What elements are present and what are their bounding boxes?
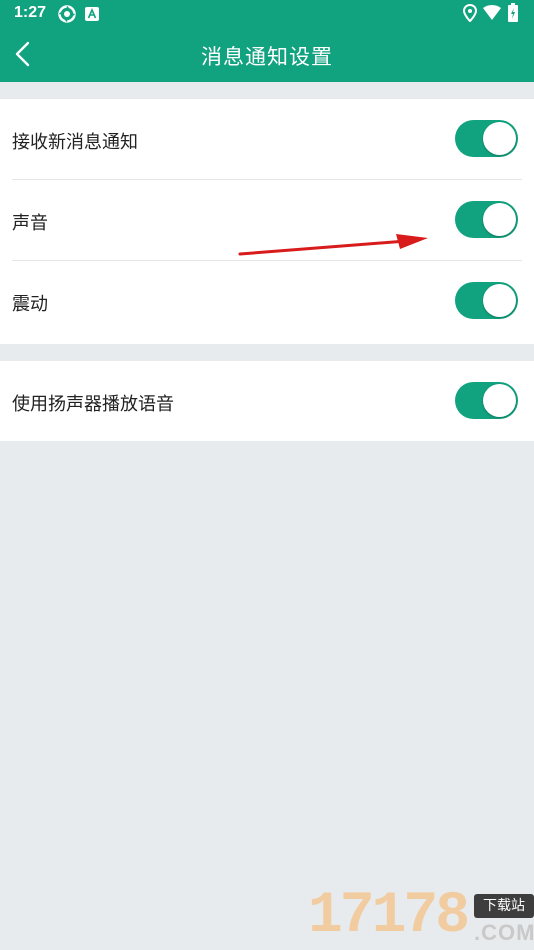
- settings-group-notifications: 接收新消息通知 声音 震动: [0, 99, 534, 344]
- setting-row-vibration: 震动: [0, 261, 534, 342]
- wifi-icon: [483, 5, 501, 25]
- status-time: 1:27: [14, 4, 47, 21]
- sound-toggle[interactable]: [455, 201, 518, 238]
- page-title: 消息通知设置: [201, 45, 333, 69]
- setting-row-new-message: 接收新消息通知: [0, 99, 534, 180]
- annotation-arrow-icon: [236, 232, 432, 262]
- toggle-knob: [483, 284, 516, 317]
- battery-charging-icon: [508, 3, 518, 26]
- vibration-toggle[interactable]: [455, 282, 518, 319]
- aperture-icon: [58, 5, 76, 27]
- setting-label: 声音: [12, 213, 48, 234]
- status-bar: 1:27: [0, 0, 534, 26]
- app-bar: 消息通知设置: [0, 26, 534, 82]
- watermark-tag: 下载站: [474, 894, 534, 918]
- toggle-knob: [483, 384, 516, 417]
- watermark-domain: .COM: [474, 920, 534, 945]
- watermark-digits: 17178: [308, 884, 470, 949]
- setting-label: 使用扬声器播放语音: [12, 394, 174, 415]
- toggle-knob: [483, 203, 516, 236]
- setting-label: 接收新消息通知: [12, 132, 138, 153]
- a-badge-icon: [85, 6, 99, 25]
- settings-group-speaker: 使用扬声器播放语音: [0, 361, 534, 441]
- new-message-toggle[interactable]: [455, 120, 518, 157]
- speaker-toggle[interactable]: [455, 382, 518, 419]
- setting-label: 震动: [12, 294, 48, 315]
- location-icon: [462, 3, 478, 26]
- watermark: 17178 下载站 .COM: [308, 884, 534, 950]
- setting-row-speaker: 使用扬声器播放语音: [0, 361, 534, 441]
- toggle-knob: [483, 122, 516, 155]
